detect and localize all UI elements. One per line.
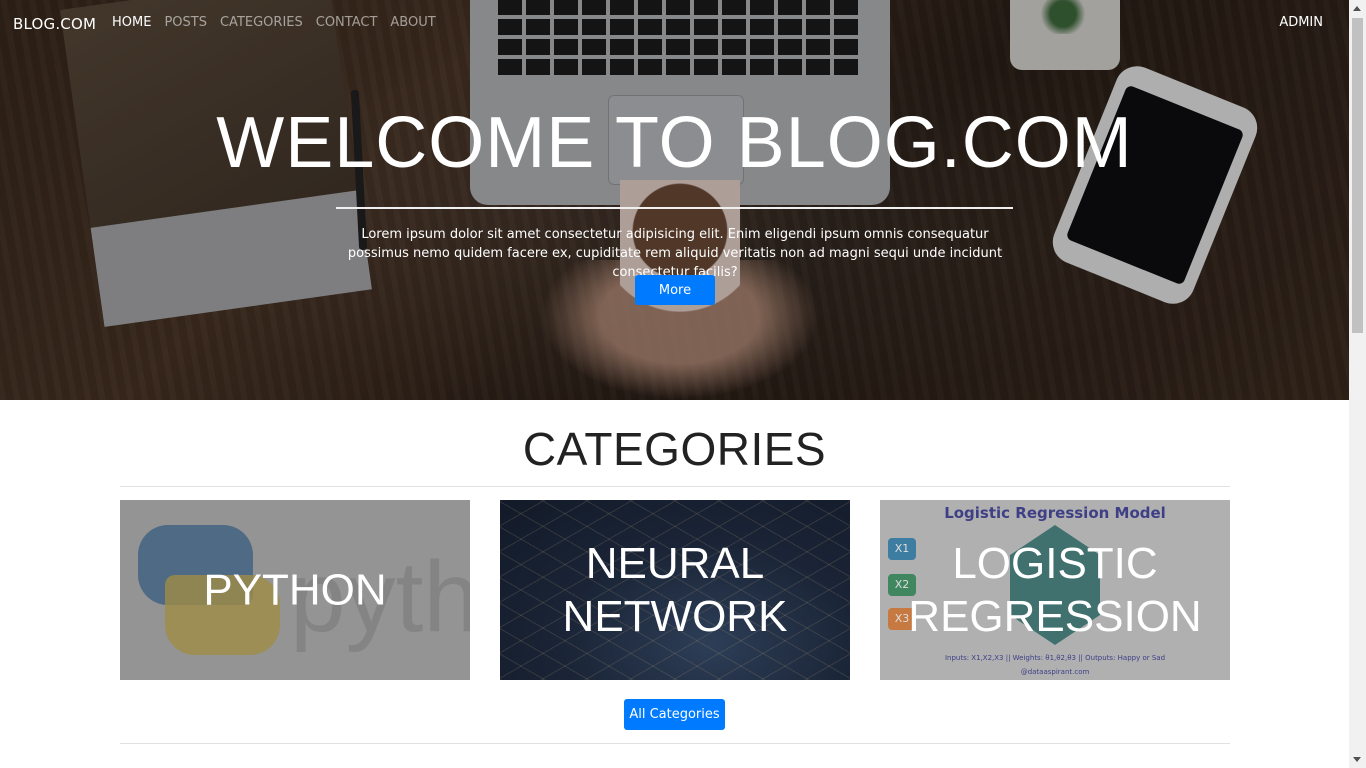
brand-link[interactable]: BLOG.COM bbox=[13, 15, 96, 33]
nav-home[interactable]: HOME bbox=[112, 15, 151, 30]
nav-posts[interactable]: POSTS bbox=[164, 15, 207, 30]
category-card-python[interactable]: pyth PYTHON bbox=[120, 500, 470, 680]
category-card-neural-network[interactable]: NEURAL NETWORK bbox=[500, 500, 850, 680]
category-label: LOGISTIC REGRESSION bbox=[908, 539, 1202, 641]
category-label: PYTHON bbox=[203, 565, 387, 615]
categories-divider-top bbox=[120, 486, 1230, 487]
categories-heading: CATEGORIES bbox=[522, 423, 827, 475]
all-categories-button[interactable]: All Categories bbox=[624, 699, 725, 730]
nav-about[interactable]: ABOUT bbox=[390, 15, 435, 30]
hero-description: Lorem ipsum dolor sit amet consectetur a… bbox=[347, 227, 1003, 280]
hero-banner bbox=[0, 0, 1349, 400]
category-label: NEURAL NETWORK bbox=[562, 539, 788, 641]
navbar: BLOG.COM HOME POSTS CATEGORIES CONTACT A… bbox=[0, 0, 1349, 46]
more-button[interactable]: More bbox=[635, 275, 715, 305]
hero-title: WELCOME TO BLOG.COM bbox=[216, 103, 1133, 183]
category-card-logistic-regression[interactable]: Logistic Regression Model X1 X2 X3 Input… bbox=[880, 500, 1230, 680]
nav-contact[interactable]: CONTACT bbox=[316, 15, 378, 30]
page-scrollbar[interactable] bbox=[1349, 0, 1366, 768]
hero-divider bbox=[336, 207, 1013, 209]
scroll-down-icon[interactable] bbox=[1353, 757, 1361, 762]
scrollbar-thumb[interactable] bbox=[1352, 18, 1363, 333]
categories-divider-bottom bbox=[120, 743, 1230, 744]
scroll-up-icon[interactable] bbox=[1353, 6, 1361, 11]
nav-categories[interactable]: CATEGORIES bbox=[220, 15, 303, 30]
nav-menu: HOME POSTS CATEGORIES CONTACT ABOUT bbox=[112, 15, 436, 30]
admin-link[interactable]: ADMIN bbox=[1279, 15, 1323, 30]
